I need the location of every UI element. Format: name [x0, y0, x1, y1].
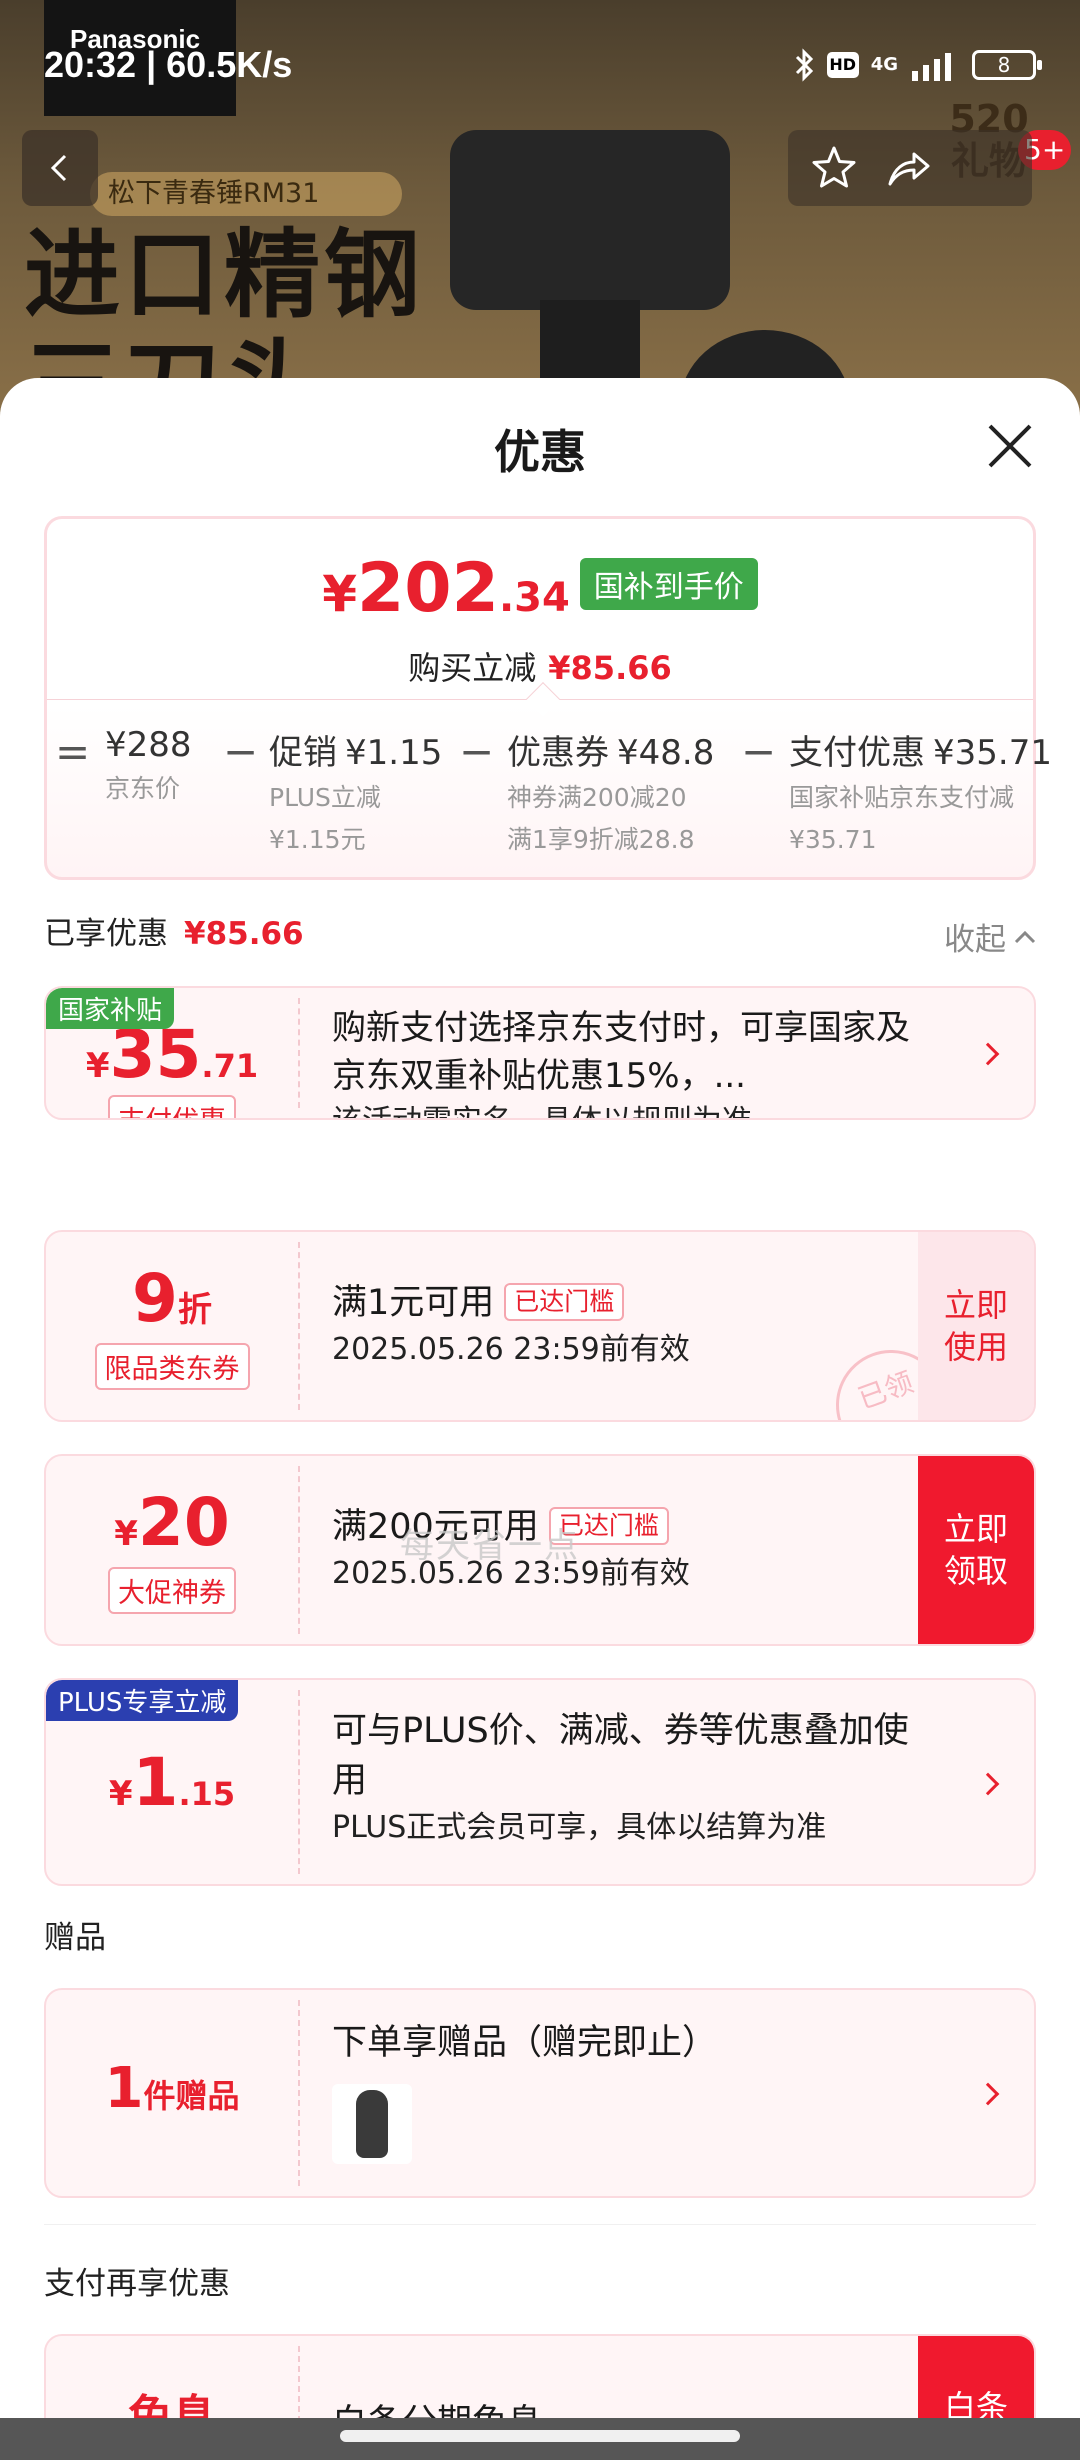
gift-count: 1件赠品: [104, 2056, 240, 2121]
signal-icon: [912, 53, 951, 81]
subsidy-type-pill: 支付优惠: [108, 1095, 236, 1118]
hd-icon: HD: [826, 52, 859, 78]
pay-offer-amount: 免息: [128, 2391, 216, 2418]
sheet-title: 优惠: [494, 425, 586, 479]
shenquan-amount: ¥20: [114, 1484, 230, 1561]
plus-desc: PLUS正式会员可享，具体以结算为准: [332, 1810, 827, 1845]
breakdown-coupon: 优惠券 ¥48.8 神券满200减20 满1享9折减28.8: [507, 733, 715, 854]
breakdown-payment: 支付优惠 ¥35.71 国家补贴京东支付减 ¥35.71: [789, 733, 1052, 854]
breakdown-promotion: 促销 ¥1.15 PLUS立减 ¥1.15元: [269, 733, 443, 854]
enjoyed-discount: 已享优惠 ¥85.66: [44, 916, 304, 952]
plus-amount: ¥1.15: [108, 1744, 236, 1821]
breakdown-jd-price: ¥288 京东价: [105, 725, 192, 803]
offers-sheet: 优惠 ¥202.34 国补到手价 购买立减 ¥85.66 = ¥288 京东价 − …: [0, 378, 1080, 2418]
back-button[interactable]: [22, 130, 98, 206]
pay-offer-title: 白条分期免息: [332, 2398, 934, 2418]
favorite-star-icon[interactable]: [810, 144, 858, 192]
discount-expiry: 2025.05.26 23:59前有效: [332, 1332, 690, 1367]
discount-type-pill: 限品类东券: [94, 1343, 250, 1390]
chevron-up-icon: [1014, 930, 1036, 943]
threshold-reached-tag: 已达门槛: [504, 1283, 625, 1321]
price-breakdown[interactable]: = ¥288 京东价 − 促销 ¥1.15 PLUS立减 ¥1.15元 − 优惠券…: [47, 709, 1052, 869]
claim-now-button[interactable]: 立即 领取: [918, 1456, 1034, 1644]
subsidy-desc: 该活动需实名，具体以规则为准: [332, 1100, 934, 1118]
plus-corner-tag: PLUS专享立减: [46, 1680, 239, 1721]
plus-title: 可与PLUS价、满减、券等优惠叠加使用: [332, 1711, 909, 1801]
home-indicator[interactable]: [340, 2430, 740, 2442]
headline-line-1: 进口精钢: [24, 219, 424, 331]
watermark-text: 每天省一点: [400, 1526, 580, 1566]
gift-title: 下单享赠品（赠完即止）: [332, 2023, 718, 2063]
gift-section-label: 赠品: [44, 1920, 106, 1956]
network-type: 4G: [870, 54, 898, 75]
price-summary: ¥202.34 国补到手价 购买立减 ¥85.66 = ¥288 京东价 − 促销 ¥…: [44, 516, 1052, 880]
collapse-toggle[interactable]: 收起: [944, 914, 1036, 959]
battery-icon: 8: [972, 50, 1042, 80]
system-nav-bar: [0, 2418, 1080, 2460]
share-icon[interactable]: [884, 144, 932, 192]
pay-section-label: 支付再享优惠: [44, 2266, 230, 2302]
discount-amount: 9折: [132, 1260, 212, 1337]
pay-offer-card[interactable]: 免息 白条分期免息 白条: [44, 2334, 1036, 2418]
chevron-right-icon: [976, 1772, 1000, 1796]
action-group: [788, 130, 1032, 206]
subsidy-offer-card[interactable]: 国家补贴 ¥35.71 支付优惠 购新支付选择京东支付时，可享国家及京东双重补贴…: [44, 986, 1036, 1120]
chevron-left-icon: [50, 154, 67, 182]
price-tag: 国补到手价: [579, 558, 758, 610]
total-reduction: 购买立减 ¥85.66: [408, 649, 672, 687]
plus-offer-card[interactable]: PLUS专享立减 ¥1.15 可与PLUS价、满减、券等优惠叠加使用 PLUS正…: [44, 1678, 1036, 1886]
gift-offer-card[interactable]: 1件赠品 下单享赠品（赠完即止）: [44, 1988, 1036, 2198]
discount-coupon-card[interactable]: 9折 限品类东券 满1元可用 已达门槛 2025.05.26 23:59前有效 已…: [44, 1230, 1036, 1422]
pay-offer-button[interactable]: 白条: [918, 2336, 1034, 2418]
status-bar: 20:32 | 60.5K/s HD 4G 8: [0, 0, 1080, 124]
use-now-button[interactable]: 立即 使用: [918, 1232, 1034, 1420]
bluetooth-icon: [795, 48, 813, 82]
shenquan-type-pill: 大促神券: [108, 1567, 236, 1614]
final-price: ¥202.34 国补到手价: [47, 549, 1033, 628]
subsidy-corner-tag: 国家补贴: [46, 988, 175, 1029]
chevron-right-icon: [976, 2082, 1000, 2106]
discount-title: 满1元可用: [332, 1283, 495, 1323]
subsidy-title: 购新支付选择京东支付时，可享国家及京东双重补贴优惠15%，...: [332, 1008, 910, 1096]
chevron-right-icon: [976, 1042, 1000, 1066]
close-icon[interactable]: [982, 418, 1038, 474]
status-time: 20:32 | 60.5K/s: [44, 44, 293, 85]
product-tagline: 松下青春锤RM31: [90, 172, 402, 216]
gift-thumbnail[interactable]: [332, 2084, 412, 2164]
